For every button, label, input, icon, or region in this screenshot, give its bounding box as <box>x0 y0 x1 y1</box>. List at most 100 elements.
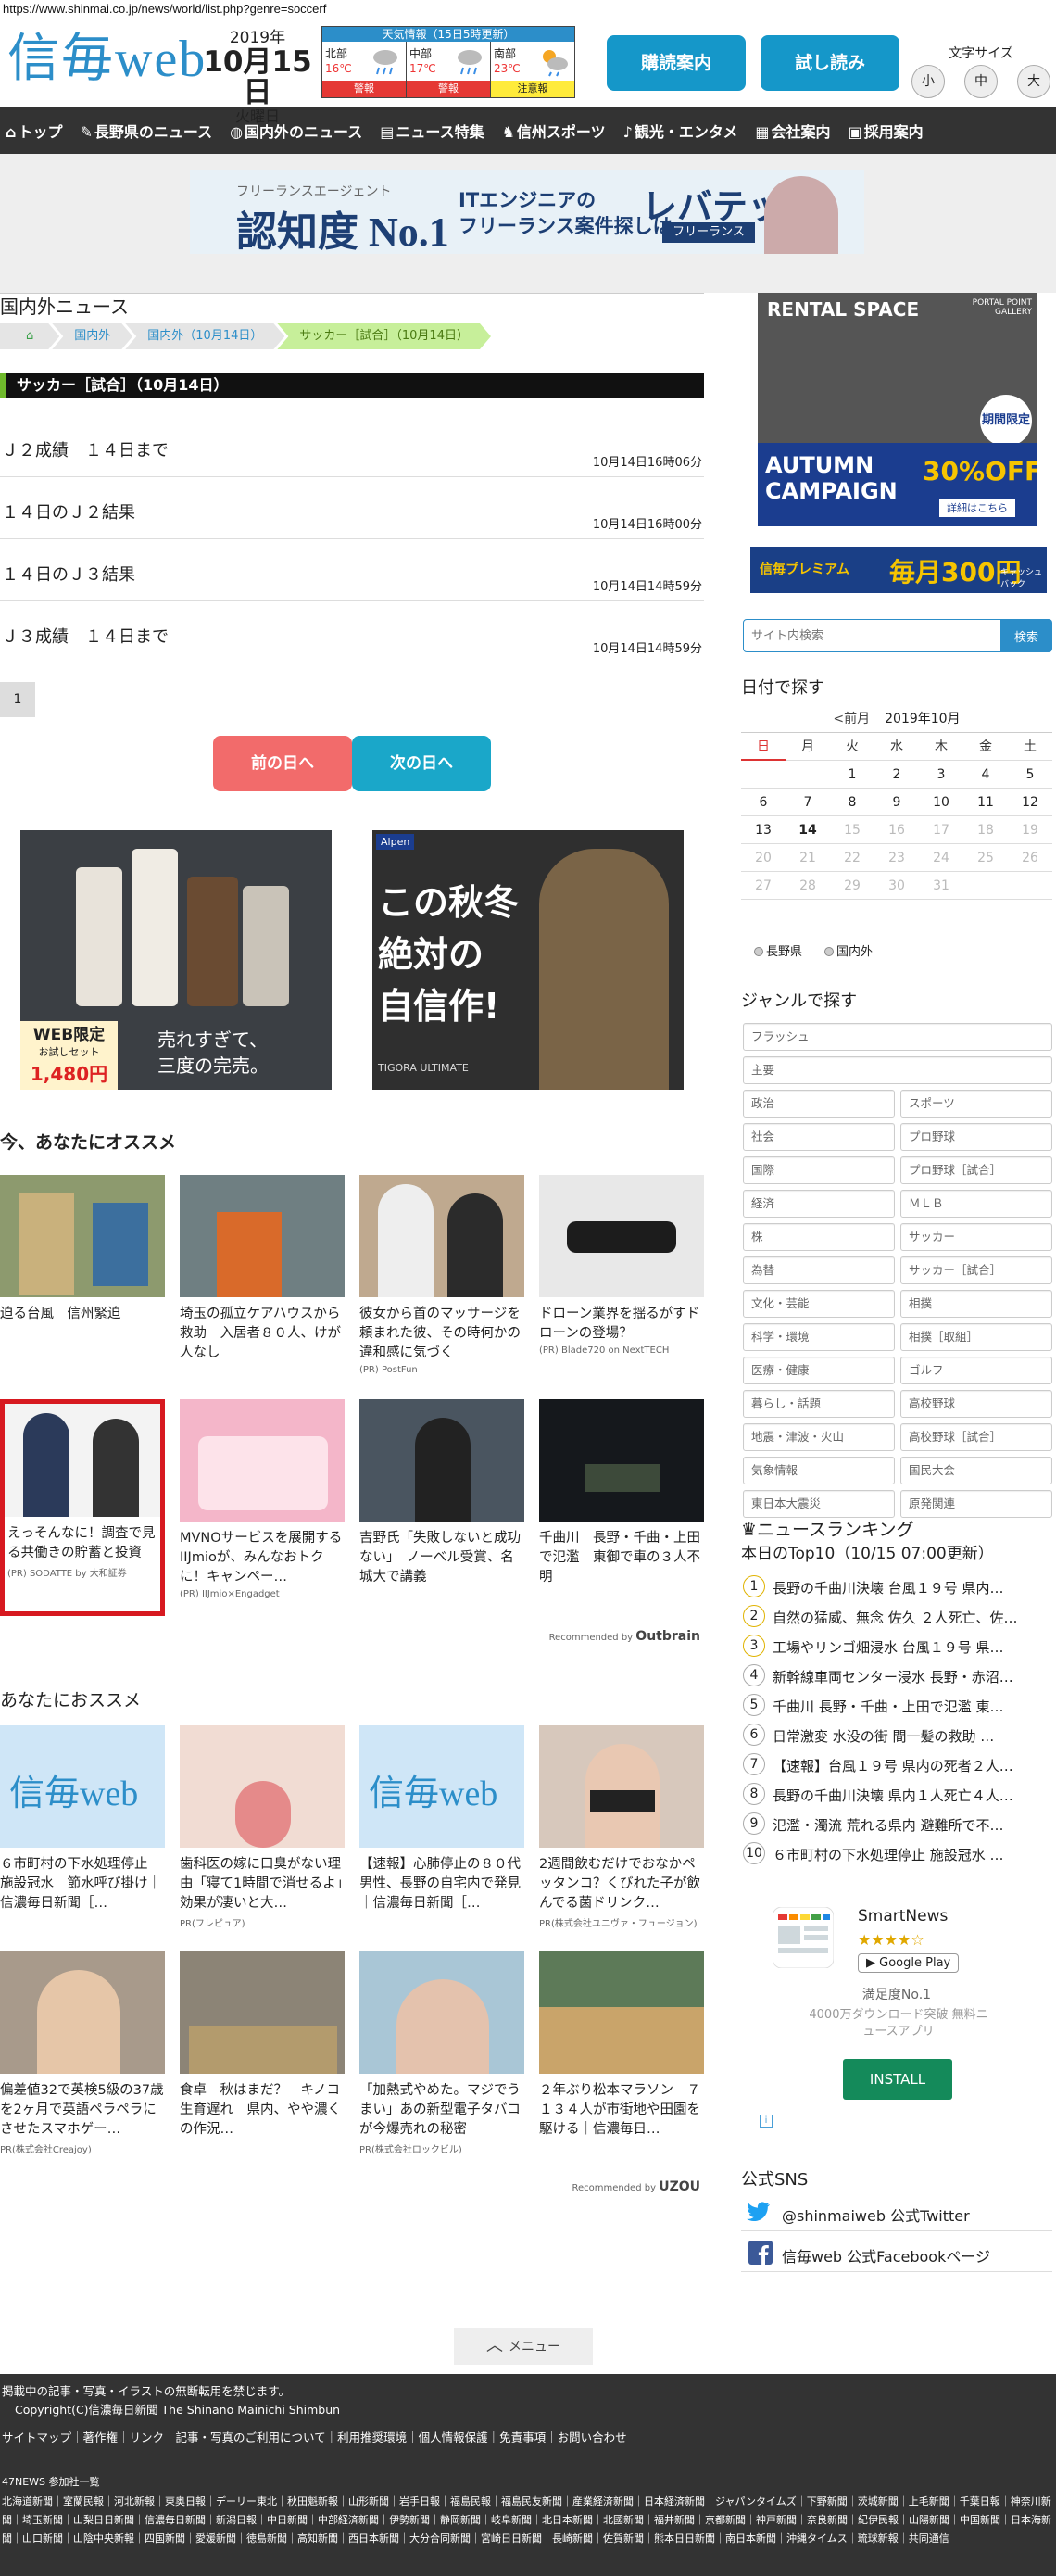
calendar-day[interactable]: 1 <box>830 761 874 789</box>
ranking-item[interactable]: 1 長野の千曲川決壊 台風１９号 県内… <box>741 1572 1052 1599</box>
calendar-day[interactable]: 13 <box>741 816 786 844</box>
calendar-day[interactable]: 6 <box>741 789 786 816</box>
genre-item[interactable]: 主要 <box>743 1056 1052 1084</box>
ranking-item[interactable]: 7 【速報】台風１９号 県内の死者２人… <box>741 1749 1052 1777</box>
rental-space-ad[interactable]: RENTAL SPACE PORTAL POINT GALLERY 期間限定 A… <box>758 293 1037 526</box>
nav-item-travel[interactable]: ♪ 観光・エンタメ <box>623 120 738 142</box>
nav-item-nagano[interactable]: ✎ 長野県のニュース <box>80 120 212 142</box>
recommend-card[interactable]: 埼玉の孤立ケアハウスから救助 入居者８０人、けが人なし <box>180 1175 345 1365</box>
recommend-card[interactable]: えっそんなに！調査で見る共働きの貯蓄と投資 (PR) SODATTE by 大和… <box>0 1399 165 1616</box>
weather-box[interactable]: 天気情報（15日5時更新） 北部 16℃ 警報 中部 17℃ 警報 南部 23℃… <box>321 26 575 98</box>
genre-item[interactable]: 社会 <box>743 1123 895 1151</box>
nav-item-recruit[interactable]: ▣ 採用案内 <box>849 120 924 142</box>
genre-item[interactable]: プロ野球 <box>900 1123 1052 1151</box>
genre-item[interactable]: 高校野球［試合］ <box>900 1423 1052 1451</box>
ranking-item[interactable]: 6 日常激変 水没の街 間一髪の救助 … <box>741 1720 1052 1748</box>
breadcrumb-item[interactable]: 国内外（10月14日） <box>125 323 284 349</box>
genre-item[interactable]: 原発関連 <box>900 1490 1052 1518</box>
install-button[interactable]: INSTALL <box>843 2059 952 2100</box>
article-row[interactable]: Ｊ２成績 １４日まで 10月14日16時06分 <box>0 415 704 477</box>
ranking-item[interactable]: 8 長野の千曲川決壊 県内１人死亡４人… <box>741 1779 1052 1807</box>
recommend-card[interactable]: 信毎web ６市町村の下水処理停止 施設冠水 節水呼び掛け｜信濃毎日新聞［… <box>0 1725 165 1915</box>
article-row[interactable]: １４日のＪ２結果 10月14日16時00分 <box>0 477 704 539</box>
genre-item[interactable]: 相撲 <box>900 1290 1052 1318</box>
font-size-small-button[interactable]: 小 <box>911 65 945 98</box>
genre-item[interactable]: 株 <box>743 1223 895 1251</box>
calendar-day[interactable]: 9 <box>874 789 919 816</box>
nav-item-top[interactable]: ⌂ トップ <box>6 120 62 142</box>
ad-alpen[interactable]: Alpen この秋冬 絶対の 自信作! TIGORA ULTIMATE <box>372 830 684 1090</box>
calendar-day[interactable]: 8 <box>830 789 874 816</box>
trial-button[interactable]: 試し読み <box>761 35 899 91</box>
premium-ad[interactable]: 信毎プレミアム 毎月300円 キャッシュバック <box>750 547 1047 593</box>
font-size-medium-button[interactable]: 中 <box>964 65 998 98</box>
genre-item[interactable]: サッカー［試合］ <box>900 1256 1052 1284</box>
article-title[interactable]: Ｊ３成績 １４日まで <box>2 624 169 648</box>
genre-item[interactable]: 科学・環境 <box>743 1323 895 1351</box>
prev-day-button[interactable]: 前の日へ <box>213 736 352 791</box>
calendar-day[interactable]: 2 <box>874 761 919 789</box>
genre-item[interactable]: プロ野球［試合］ <box>900 1156 1052 1184</box>
genre-item[interactable]: ＭＬＢ <box>900 1190 1052 1218</box>
genre-item[interactable]: 経済 <box>743 1190 895 1218</box>
calendar-day[interactable]: 5 <box>1008 761 1052 789</box>
calendar-day[interactable]: 10 <box>919 789 963 816</box>
smartnews-ad[interactable]: SmartNews ★★★★☆ ▶ Google Play 満足度No.1 40… <box>741 1896 1052 2137</box>
recommend-card[interactable]: 信毎web 【速報】心肺停止の８０代男性、長野の自宅内で発見｜信濃毎日新聞［… <box>359 1725 524 1915</box>
genre-item[interactable]: 国際 <box>743 1156 895 1184</box>
recommend-card[interactable]: 迫る台風 信州緊迫 <box>0 1175 165 1326</box>
ranking-item[interactable]: 2 自然の猛威、無念 佐久 ２人死亡、佐… <box>741 1601 1052 1629</box>
calendar-day[interactable]: 3 <box>919 761 963 789</box>
site-logo[interactable]: 信毎web <box>7 32 207 87</box>
calendar-prev-month[interactable]: <前月 <box>833 712 870 726</box>
nav-item-company[interactable]: ▦ 会社案内 <box>755 120 830 142</box>
recommend-card[interactable]: 歯科医の嫁に口臭がない理由「寝て1時間で消せるよ」効果が凄いと大… PR(フレピ… <box>180 1725 345 1929</box>
genre-item[interactable]: 為替 <box>743 1256 895 1284</box>
genre-item[interactable]: 高校野球 <box>900 1390 1052 1418</box>
font-size-large-button[interactable]: 大 <box>1017 65 1050 98</box>
genre-item[interactable]: 気象情報 <box>743 1457 895 1484</box>
search-input[interactable] <box>743 619 1002 652</box>
article-row[interactable]: Ｊ３成績 １４日まで 10月14日14時59分 <box>0 601 704 663</box>
breadcrumb-item[interactable]: 国内外 <box>52 323 132 349</box>
genre-item[interactable]: 政治 <box>743 1090 895 1118</box>
recommend-card[interactable]: 彼女から首のマッサージを頼まれた彼、その時何かの違和感に気づく (PR) Pos… <box>359 1175 524 1375</box>
genre-item[interactable]: 国民大会 <box>900 1457 1052 1484</box>
recommend-card[interactable]: MVNOサービスを展開するIIJmioが、みんなおトクに！キャンペー… (PR)… <box>180 1399 345 1599</box>
article-title[interactable]: １４日のＪ３結果 <box>2 562 135 586</box>
genre-item[interactable]: スポーツ <box>900 1090 1052 1118</box>
genre-item[interactable]: 東日本大震災 <box>743 1490 895 1518</box>
recommend-card[interactable]: ２年ぶり松本マラソン ７１３４人が市街地や田園を駆ける｜信濃毎日… <box>539 1951 704 2141</box>
menu-toggle-button[interactable]: ︿ メニュー <box>454 2328 593 2365</box>
genre-item[interactable]: 医療・健康 <box>743 1357 895 1384</box>
genre-item[interactable]: 文化・芸能 <box>743 1290 895 1318</box>
genre-item[interactable]: 暮らし・話題 <box>743 1390 895 1418</box>
recommend-card[interactable]: 偏差値32で英検5級の37歳を2ヶ月で英語ペラペラにさせたスマホゲー… PR(株… <box>0 1951 165 2155</box>
calendar-day[interactable]: 12 <box>1008 789 1052 816</box>
calendar-day[interactable]: 4 <box>963 761 1008 789</box>
adchoices-icon[interactable]: i <box>760 2115 773 2128</box>
genre-item[interactable]: フラッシュ <box>743 1023 1052 1051</box>
ranking-item[interactable]: 10 ６市町村の下水処理停止 施設冠水 … <box>741 1838 1052 1866</box>
nav-item-feature[interactable]: ▤ ニュース特集 <box>380 120 484 142</box>
article-title[interactable]: Ｊ２成績 １４日まで <box>2 437 169 461</box>
breadcrumb-home[interactable]: ⌂ <box>0 323 59 349</box>
genre-item[interactable]: サッカー <box>900 1223 1052 1251</box>
region-radio[interactable]: 長野県 <box>754 941 802 959</box>
genre-item[interactable]: ゴルフ <box>900 1357 1052 1384</box>
banner-ad[interactable]: フリーランスエージェント 認知度 No.1 ITエンジニアの フリーランス案件探し… <box>190 170 864 254</box>
footer-links[interactable]: サイトマップ｜著作権｜リンク｜記事・写真のご利用について｜利用推奨環境｜個人情報… <box>2 2430 627 2446</box>
recommend-card[interactable]: 食卓 秋はまだ？ キノコ生育遅れ 県内、やや濃くの作況… <box>180 1951 345 2141</box>
calendar-day[interactable]: 14 <box>786 816 830 844</box>
recommend-card[interactable]: 吉野氏「失敗しないと成功ない」 ノーベル受賞、名城大で講義 <box>359 1399 524 1589</box>
recommend-card[interactable]: ドローン業界を揺るがすドローンの登場？ (PR) Blade720 on Nex… <box>539 1175 704 1356</box>
subscription-button[interactable]: 購読案内 <box>607 35 746 91</box>
recommend-card[interactable]: 「加熱式やめた。マジでうまい」あの新型電子タバコが今爆売れの秘密 PR(株式会社… <box>359 1951 524 2155</box>
recommend-card[interactable]: 2週間飲むだけでおなかペッタンコ？くびれた子が飲んでる菌ドリンク… PR(株式会… <box>539 1725 704 1929</box>
recommended-by[interactable]: Recommended by Outbrain <box>549 1629 700 1644</box>
article-title[interactable]: １４日のＪ２結果 <box>2 499 135 524</box>
ranking-item[interactable]: 9 氾濫・濁流 荒れる県内 避難所で不… <box>741 1809 1052 1837</box>
papers-list[interactable]: 北海道新聞｜室蘭民報｜河北新報｜東奥日報｜デーリー東北｜秋田魁新報｜山形新聞｜岩… <box>2 2493 1052 2548</box>
article-row[interactable]: １４日のＪ３結果 10月14日14時59分 <box>0 539 704 601</box>
calendar-day[interactable]: 7 <box>786 789 830 816</box>
